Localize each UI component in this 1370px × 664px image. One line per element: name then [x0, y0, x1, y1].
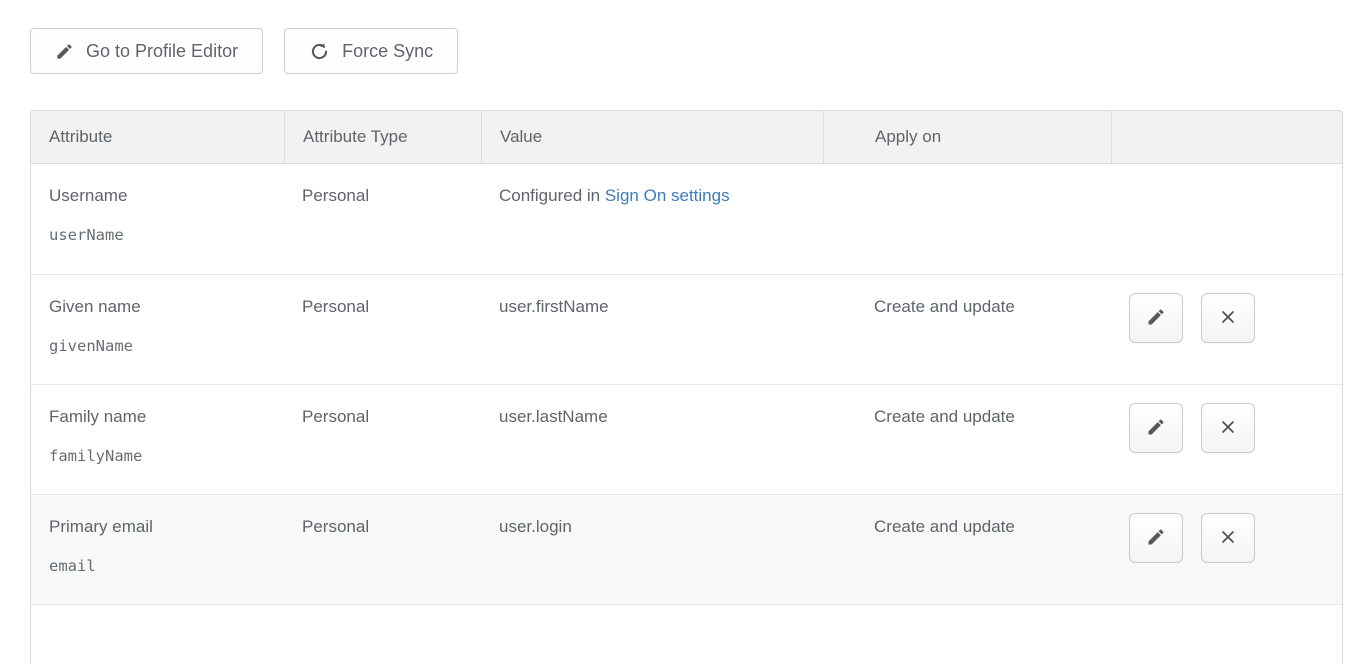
- edit-attribute-button[interactable]: [1129, 293, 1183, 343]
- pencil-icon: [55, 42, 74, 61]
- value-cell: user.firstName: [481, 275, 823, 384]
- attribute-variable: email: [49, 557, 274, 575]
- column-header-value: Value: [481, 111, 823, 163]
- refresh-icon: [309, 41, 330, 62]
- value-prefix: Configured in: [499, 186, 605, 205]
- edit-attribute-button[interactable]: [1129, 513, 1183, 563]
- table-row-family-name: Family name familyName Personal user.las…: [31, 384, 1342, 494]
- attribute-cell: Primary email email: [31, 495, 284, 604]
- attribute-label: Given name: [49, 297, 274, 317]
- table-row-username: Username userName Personal Configured in…: [31, 164, 1342, 274]
- attribute-label: Primary email: [49, 517, 274, 537]
- value-cell: user.login: [481, 495, 823, 604]
- toolbar: Go to Profile Editor Force Sync: [0, 0, 1370, 74]
- value-cell: user.lastName: [481, 385, 823, 494]
- go-to-profile-editor-label: Go to Profile Editor: [86, 41, 238, 62]
- attribute-cell: Username userName: [31, 164, 284, 274]
- actions-cell: [1111, 275, 1342, 384]
- edit-attribute-button[interactable]: [1129, 403, 1183, 453]
- empty-table-row: [31, 604, 1342, 664]
- force-sync-button[interactable]: Force Sync: [284, 28, 458, 74]
- actions-cell: [1111, 495, 1342, 604]
- column-header-actions: [1111, 111, 1342, 163]
- close-icon: [1218, 307, 1238, 330]
- attribute-label: Username: [49, 186, 274, 206]
- pencil-icon: [1146, 307, 1166, 330]
- attribute-variable: givenName: [49, 337, 274, 355]
- apply-on-cell: Create and update: [823, 495, 1111, 604]
- table-row-given-name: Given name givenName Personal user.first…: [31, 274, 1342, 384]
- pencil-icon: [1146, 527, 1166, 550]
- apply-on-cell: Create and update: [823, 275, 1111, 384]
- column-header-apply-on: Apply on: [823, 111, 1111, 163]
- attribute-variable: familyName: [49, 447, 274, 465]
- force-sync-label: Force Sync: [342, 41, 433, 62]
- attribute-mapping-table: Attribute Attribute Type Value Apply on …: [30, 110, 1343, 664]
- pencil-icon: [1146, 417, 1166, 440]
- apply-on-cell: Create and update: [823, 385, 1111, 494]
- remove-attribute-button[interactable]: [1201, 513, 1255, 563]
- remove-attribute-button[interactable]: [1201, 293, 1255, 343]
- attribute-variable: userName: [49, 226, 274, 244]
- attribute-type-cell: Personal: [284, 495, 481, 604]
- attribute-type-cell: Personal: [284, 385, 481, 494]
- remove-attribute-button[interactable]: [1201, 403, 1255, 453]
- attribute-label: Family name: [49, 407, 274, 427]
- table-header: Attribute Attribute Type Value Apply on: [31, 111, 1342, 164]
- apply-on-cell: [823, 164, 1111, 274]
- column-header-attribute: Attribute: [31, 111, 284, 163]
- sign-on-settings-link[interactable]: Sign On settings: [605, 186, 730, 205]
- close-icon: [1218, 417, 1238, 440]
- attribute-type-cell: Personal: [284, 164, 481, 274]
- attribute-cell: Given name givenName: [31, 275, 284, 384]
- go-to-profile-editor-button[interactable]: Go to Profile Editor: [30, 28, 263, 74]
- actions-cell: [1111, 164, 1342, 274]
- value-cell: Configured in Sign On settings: [481, 164, 823, 274]
- column-header-attribute-type: Attribute Type: [284, 111, 481, 163]
- attribute-type-cell: Personal: [284, 275, 481, 384]
- actions-cell: [1111, 385, 1342, 494]
- table-row-primary-email: Primary email email Personal user.login …: [31, 494, 1342, 604]
- close-icon: [1218, 527, 1238, 550]
- attribute-cell: Family name familyName: [31, 385, 284, 494]
